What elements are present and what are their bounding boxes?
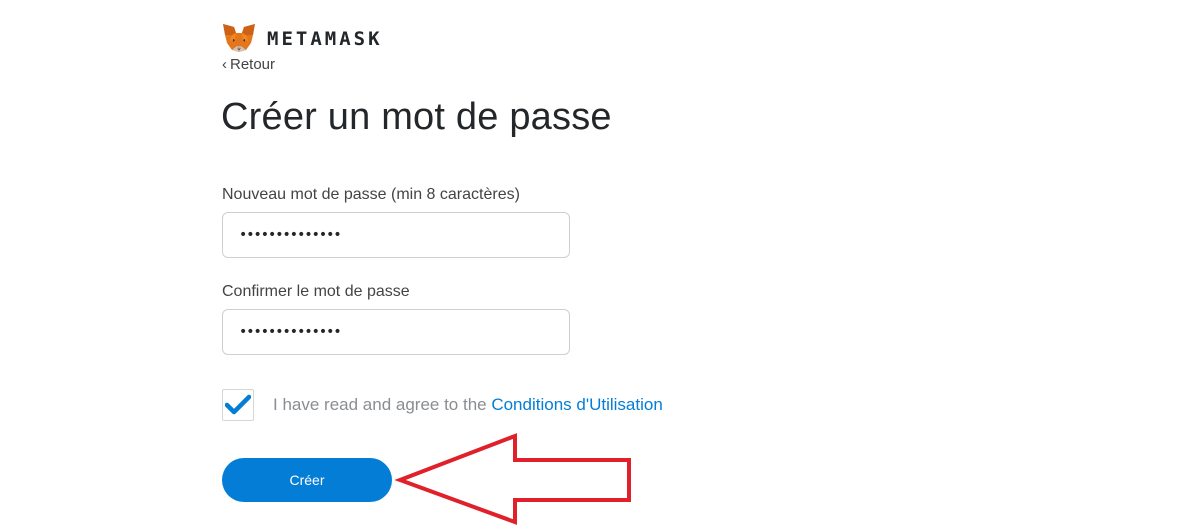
confirm-password-input[interactable] bbox=[222, 309, 570, 355]
terms-text: I have read and agree to the Conditions … bbox=[273, 395, 663, 415]
terms-agreement: I have read and agree to the Conditions … bbox=[222, 389, 663, 421]
metamask-logo: METAMASK bbox=[221, 22, 383, 56]
create-button[interactable]: Créer bbox=[222, 458, 392, 502]
back-link[interactable]: ‹ Retour bbox=[222, 56, 275, 73]
back-label: Retour bbox=[230, 56, 276, 73]
terms-prefix: I have read and agree to the bbox=[273, 395, 492, 414]
terms-checkbox[interactable] bbox=[222, 389, 254, 421]
metamask-fox-icon bbox=[223, 24, 255, 52]
new-password-label: Nouveau mot de passe (min 8 caractères) bbox=[222, 186, 520, 203]
brand-wordmark: METAMASK bbox=[267, 28, 383, 50]
page-title: Créer un mot de passe bbox=[221, 96, 612, 138]
checkmark-icon bbox=[225, 394, 251, 415]
new-password-input[interactable] bbox=[222, 212, 570, 258]
terms-link[interactable]: Conditions d'Utilisation bbox=[491, 395, 662, 414]
chevron-left-icon: ‹ bbox=[222, 56, 227, 73]
confirm-password-label: Confirmer le mot de passe bbox=[222, 283, 410, 300]
red-arrow-left-icon bbox=[395, 433, 631, 525]
